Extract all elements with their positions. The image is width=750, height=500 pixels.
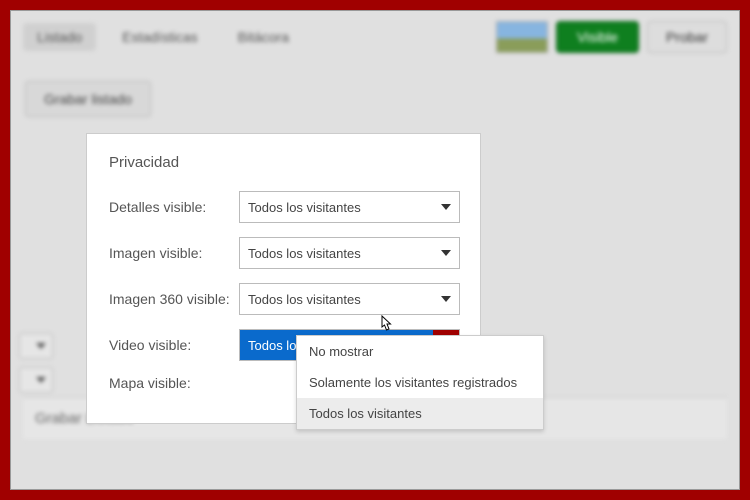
dropdown-details[interactable]: Todos los visitantes bbox=[239, 191, 460, 223]
dropdown-option-no-mostrar[interactable]: No mostrar bbox=[297, 336, 543, 367]
dropdown-details-value: Todos los visitantes bbox=[240, 200, 433, 215]
label-details: Detalles visible: bbox=[109, 199, 239, 215]
tab-estadisticas[interactable]: Estadísticas bbox=[108, 23, 211, 51]
tab-listado[interactable]: Listado bbox=[23, 23, 96, 51]
panel-title: Privacidad bbox=[109, 154, 460, 171]
dropdown-image360[interactable]: Todos los visitantes bbox=[239, 283, 460, 315]
dropdown-video-menu: No mostrar Solamente los visitantes regi… bbox=[296, 335, 544, 430]
label-map: Mapa visible: bbox=[109, 375, 239, 391]
side-dropdown-1[interactable] bbox=[19, 333, 53, 359]
label-image360: Imagen 360 visible: bbox=[109, 291, 239, 307]
label-image: Imagen visible: bbox=[109, 245, 239, 261]
chevron-down-icon bbox=[36, 343, 46, 349]
row-image: Imagen visible: Todos los visitantes bbox=[109, 237, 460, 269]
dropdown-option-registrados[interactable]: Solamente los visitantes registrados bbox=[297, 367, 543, 398]
test-button[interactable]: Probar bbox=[647, 21, 727, 53]
visibility-status-button[interactable]: Visible bbox=[556, 21, 639, 53]
chevron-down-icon bbox=[433, 238, 459, 268]
tab-bitacora[interactable]: Bitácora bbox=[224, 23, 303, 51]
dropdown-image-value: Todos los visitantes bbox=[240, 246, 433, 261]
dropdown-image[interactable]: Todos los visitantes bbox=[239, 237, 460, 269]
row-details: Detalles visible: Todos los visitantes bbox=[109, 191, 460, 223]
save-list-button-top[interactable]: Grabar listado bbox=[25, 81, 151, 117]
chevron-down-icon bbox=[36, 377, 46, 383]
side-dropdown-2[interactable] bbox=[19, 367, 53, 393]
tabs-bar: Listado Estadísticas Bitácora Visible Pr… bbox=[11, 11, 739, 63]
preview-thumbnail bbox=[496, 21, 548, 53]
chevron-down-icon bbox=[433, 284, 459, 314]
chevron-down-icon bbox=[433, 192, 459, 222]
dropdown-image360-value: Todos los visitantes bbox=[240, 292, 433, 307]
row-image360: Imagen 360 visible: Todos los visitantes bbox=[109, 283, 460, 315]
dropdown-option-todos[interactable]: Todos los visitantes bbox=[297, 398, 543, 429]
app-frame: Listado Estadísticas Bitácora Visible Pr… bbox=[10, 10, 740, 490]
label-video: Video visible: bbox=[109, 337, 239, 353]
